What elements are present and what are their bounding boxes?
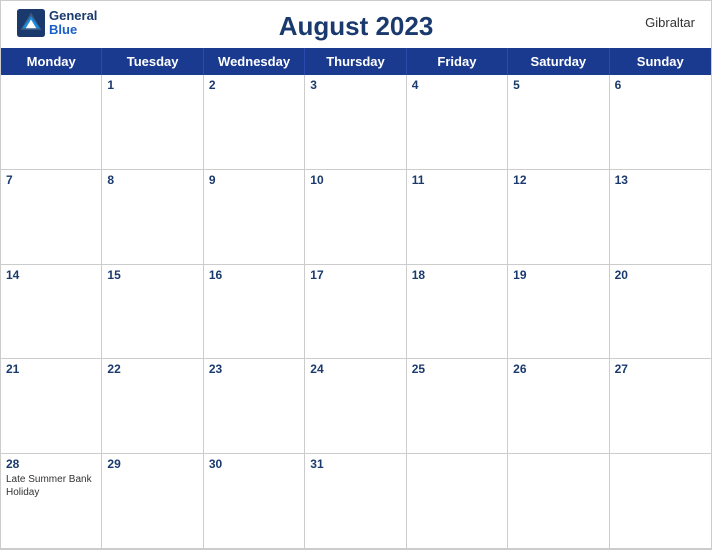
day-cell: 25 xyxy=(407,359,508,454)
day-cell: 14 xyxy=(1,265,102,360)
day-cell xyxy=(508,454,609,549)
calendar-header: General Blue August 2023 Gibraltar xyxy=(1,1,711,48)
logo-text: General Blue xyxy=(49,9,97,38)
logo-icon xyxy=(17,9,45,37)
header-sunday: Sunday xyxy=(610,48,711,75)
day-cell: 6 xyxy=(610,75,711,170)
day-cell: 21 xyxy=(1,359,102,454)
day-cell: 4 xyxy=(407,75,508,170)
day-cell: 26 xyxy=(508,359,609,454)
calendar-container: General Blue August 2023 Gibraltar Monda… xyxy=(0,0,712,550)
day-cell: 11 xyxy=(407,170,508,265)
day-cell: 1 xyxy=(102,75,203,170)
day-number: 24 xyxy=(310,362,400,376)
country-label: Gibraltar xyxy=(645,15,695,30)
day-cell: 13 xyxy=(610,170,711,265)
day-number: 23 xyxy=(209,362,299,376)
day-cell: 15 xyxy=(102,265,203,360)
holiday-label: Late Summer Bank Holiday xyxy=(6,473,96,499)
day-cell: 24 xyxy=(305,359,406,454)
day-number: 12 xyxy=(513,173,603,187)
day-cell: 16 xyxy=(204,265,305,360)
day-cell: 9 xyxy=(204,170,305,265)
day-number: 18 xyxy=(412,268,502,282)
header-tuesday: Tuesday xyxy=(102,48,203,75)
day-number: 8 xyxy=(107,173,197,187)
day-cell: 8 xyxy=(102,170,203,265)
day-cell: 28 Late Summer Bank Holiday xyxy=(1,454,102,549)
day-number: 25 xyxy=(412,362,502,376)
day-cell: 29 xyxy=(102,454,203,549)
header-monday: Monday xyxy=(1,48,102,75)
day-number: 14 xyxy=(6,268,96,282)
day-number: 16 xyxy=(209,268,299,282)
calendar-title: August 2023 xyxy=(279,11,434,42)
weekday-headers: Monday Tuesday Wednesday Thursday Friday… xyxy=(1,48,711,75)
day-cell: 31 xyxy=(305,454,406,549)
day-number: 31 xyxy=(310,457,400,471)
header-thursday: Thursday xyxy=(305,48,406,75)
day-number: 11 xyxy=(412,173,502,187)
header-friday: Friday xyxy=(407,48,508,75)
day-cell: 5 xyxy=(508,75,609,170)
day-cell: 20 xyxy=(610,265,711,360)
day-number: 15 xyxy=(107,268,197,282)
day-cell xyxy=(1,75,102,170)
day-number: 6 xyxy=(615,78,706,92)
calendar-grid: 1234567891011121314151617181920212223242… xyxy=(1,75,711,549)
day-number: 19 xyxy=(513,268,603,282)
day-number: 26 xyxy=(513,362,603,376)
day-number: 17 xyxy=(310,268,400,282)
day-cell: 12 xyxy=(508,170,609,265)
day-number: 1 xyxy=(107,78,197,92)
day-number: 7 xyxy=(6,173,96,187)
day-number: 4 xyxy=(412,78,502,92)
header-wednesday: Wednesday xyxy=(204,48,305,75)
day-number: 30 xyxy=(209,457,299,471)
day-number: 27 xyxy=(615,362,706,376)
day-number: 9 xyxy=(209,173,299,187)
day-cell: 22 xyxy=(102,359,203,454)
logo-line1: General xyxy=(49,9,97,23)
day-number: 21 xyxy=(6,362,96,376)
day-cell: 30 xyxy=(204,454,305,549)
day-number: 29 xyxy=(107,457,197,471)
logo: General Blue xyxy=(17,9,97,38)
logo-line2: Blue xyxy=(49,23,97,37)
day-number: 5 xyxy=(513,78,603,92)
day-number: 22 xyxy=(107,362,197,376)
day-number: 10 xyxy=(310,173,400,187)
day-cell xyxy=(407,454,508,549)
day-cell: 10 xyxy=(305,170,406,265)
header-saturday: Saturday xyxy=(508,48,609,75)
day-cell: 2 xyxy=(204,75,305,170)
day-cell: 7 xyxy=(1,170,102,265)
day-cell xyxy=(610,454,711,549)
day-number: 28 xyxy=(6,457,96,471)
day-cell: 23 xyxy=(204,359,305,454)
day-number: 2 xyxy=(209,78,299,92)
day-cell: 17 xyxy=(305,265,406,360)
day-cell: 3 xyxy=(305,75,406,170)
day-number: 3 xyxy=(310,78,400,92)
day-cell: 18 xyxy=(407,265,508,360)
day-number: 20 xyxy=(615,268,706,282)
day-cell: 27 xyxy=(610,359,711,454)
day-number: 13 xyxy=(615,173,706,187)
day-cell: 19 xyxy=(508,265,609,360)
